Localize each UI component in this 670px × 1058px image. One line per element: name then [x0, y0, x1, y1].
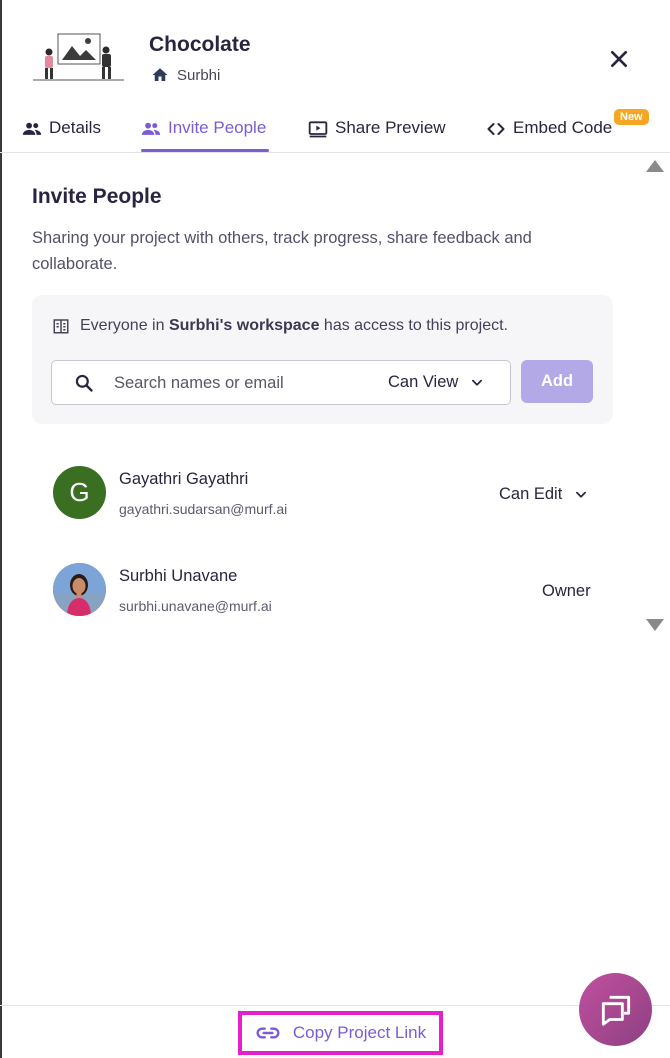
copy-project-link-button[interactable]: Copy Project Link [238, 1011, 443, 1055]
tab-embed-code[interactable]: Embed Code [486, 118, 612, 152]
new-badge: New [614, 109, 649, 125]
member-role: Can Edit [499, 485, 563, 503]
people-icon [141, 122, 161, 135]
member-row: Surbhi Unavane surbhi.unavane@murf.ai Ow… [53, 563, 613, 619]
member-email: surbhi.unavane@murf.ai [119, 598, 272, 614]
tab-details-label: Details [49, 118, 101, 137]
workspace-name: Surbhi [177, 66, 221, 84]
chevron-down-icon [472, 379, 483, 386]
link-icon [256, 1027, 280, 1039]
people-icon [22, 122, 42, 135]
scroll-up-arrow[interactable] [646, 160, 664, 172]
footer-divider [0, 1005, 670, 1006]
avatar: G [53, 466, 106, 519]
tab-bar: Details Invite People Share Preview Embe… [0, 110, 670, 153]
add-button[interactable]: Add [521, 360, 593, 403]
modal-header: Chocolate Surbhi [0, 0, 670, 110]
tab-embed-code-label: Embed Code [513, 118, 613, 137]
access-info: Everyone in Surbhi's workspace has acces… [52, 317, 508, 335]
access-text: Everyone in Surbhi's workspace has acces… [80, 317, 508, 334]
permission-select[interactable]: Can View [388, 373, 484, 392]
project-title: Chocolate [149, 33, 251, 56]
chat-icon [601, 995, 630, 1026]
building-icon [53, 319, 69, 334]
active-tab-indicator [141, 149, 269, 152]
user-photo-icon [53, 563, 106, 616]
access-panel: Everyone in Surbhi's workspace has acces… [32, 295, 613, 424]
code-icon [487, 123, 505, 135]
tab-share-preview[interactable]: Share Preview [308, 118, 446, 152]
tab-invite-people-label: Invite People [168, 118, 267, 137]
section-title: Invite People [32, 185, 162, 208]
member-name: Gayathri Gayathri [119, 470, 249, 488]
window-edge [0, 0, 2, 1058]
member-row: G Gayathri Gayathri gayathri.sudarsan@mu… [53, 466, 613, 522]
home-icon [152, 68, 168, 81]
tab-details[interactable]: Details [22, 118, 101, 152]
copy-project-link-label: Copy Project Link [292, 1023, 427, 1042]
play-screen-icon [308, 121, 328, 138]
project-illustration [30, 30, 126, 86]
avatar [53, 563, 106, 616]
tab-invite-people[interactable]: Invite People [141, 118, 269, 152]
member-role: Owner [542, 582, 591, 600]
section-description: Sharing your project with others, track … [32, 229, 532, 273]
member-email: gayathri.sudarsan@murf.ai [119, 501, 288, 517]
search-field[interactable]: Can View [51, 360, 511, 405]
close-button[interactable] [606, 46, 632, 72]
close-icon [611, 51, 627, 67]
chat-button[interactable] [579, 973, 652, 1046]
member-role-select[interactable]: Can Edit [499, 485, 588, 504]
access-workspace: Surbhi's workspace [168, 317, 320, 334]
workspace-row: Surbhi [151, 66, 220, 84]
tab-share-preview-label: Share Preview [335, 118, 446, 137]
search-input[interactable] [114, 371, 364, 395]
search-icon [75, 374, 93, 392]
scroll-down-arrow[interactable] [646, 619, 664, 631]
chevron-down-icon [576, 491, 587, 498]
member-name: Surbhi Unavane [119, 567, 238, 585]
permission-selected: Can View [388, 373, 459, 391]
